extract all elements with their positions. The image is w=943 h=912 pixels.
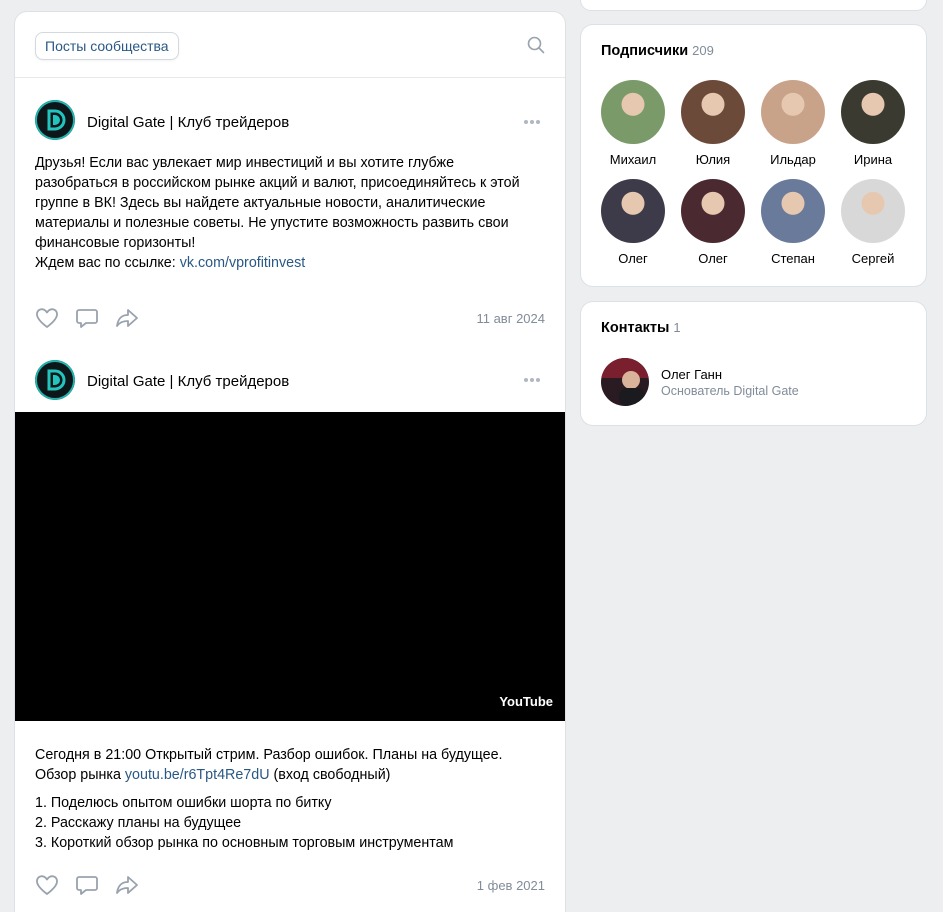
comment-icon[interactable] xyxy=(75,307,99,329)
tab-community-posts[interactable]: Посты сообщества xyxy=(35,32,179,60)
subscriber-item[interactable]: Олег xyxy=(593,179,673,266)
list-item: 2. Расскажу планы на будущее xyxy=(35,815,242,831)
subscriber-name[interactable]: Сергей xyxy=(833,251,913,266)
video-link[interactable]: youtu.be/r6Tpt4Re7dU xyxy=(125,767,270,783)
more-options-icon[interactable] xyxy=(523,377,541,383)
subscriber-avatar[interactable] xyxy=(601,179,665,243)
subscriber-name[interactable]: Ильдар xyxy=(753,152,833,167)
like-icon[interactable] xyxy=(35,874,59,896)
share-icon[interactable] xyxy=(115,874,139,896)
subscriber-name[interactable]: Ирина xyxy=(833,152,913,167)
contact-avatar[interactable] xyxy=(601,358,649,406)
subscriber-name[interactable]: Степан xyxy=(753,251,833,266)
post-text: Друзья! Если вас увлекает мир инвестиций… xyxy=(35,153,545,273)
contacts-count: 1 xyxy=(673,320,681,335)
post-text-line: Друзья! Если вас увлекает мир инвестиций… xyxy=(35,155,455,171)
list-item: 1. Поделюсь опытом ошибки шорта по битку xyxy=(35,795,332,811)
more-options-icon[interactable] xyxy=(523,119,541,125)
post-text-line: материалы и полезные советы. Не упустите… xyxy=(35,215,509,231)
top-partial-card xyxy=(581,0,926,10)
post-link[interactable]: vk.com/vprofitinvest xyxy=(180,255,306,271)
subscriber-avatar[interactable] xyxy=(841,179,905,243)
post-text-line: Ждем вас по ссылке: vk.com/vprofitinvest xyxy=(35,253,545,273)
contacts-title[interactable]: Контакты 1 xyxy=(601,320,681,336)
subscribers-title-text: Подписчики xyxy=(601,43,689,59)
subscriber-avatar[interactable] xyxy=(761,179,825,243)
subscribers-title[interactable]: Подписчики 209 xyxy=(601,43,714,59)
subscriber-item[interactable]: Олег xyxy=(673,179,753,266)
like-icon[interactable] xyxy=(35,307,59,329)
subscriber-item[interactable]: Сергей xyxy=(833,179,913,266)
post-author[interactable]: Digital Gate | Клуб трейдеров xyxy=(87,114,289,131)
post-actions xyxy=(35,307,155,329)
list-item: 3. Короткий обзор рынка по основным торг… xyxy=(35,835,454,851)
comment-icon[interactable] xyxy=(75,874,99,896)
subscriber-avatar[interactable] xyxy=(841,80,905,144)
subscriber-name[interactable]: Михаил xyxy=(593,152,673,167)
subscribers-count: 209 xyxy=(692,43,714,58)
contact-role: Основатель Digital Gate xyxy=(661,384,799,398)
post-author[interactable]: Digital Gate | Клуб трейдеров xyxy=(87,373,289,390)
subscriber-item[interactable]: Михаил xyxy=(593,80,673,167)
subscriber-item[interactable]: Степан xyxy=(753,179,833,266)
post-text-line: Обзор рынка youtu.be/r6Tpt4Re7dU (вход с… xyxy=(35,765,545,785)
digital-gate-logo-icon xyxy=(35,360,75,400)
post-2: Digital Gate | Клуб трейдеров YouTube Се… xyxy=(15,348,565,908)
subscriber-item[interactable]: Юлия xyxy=(673,80,753,167)
subscriber-avatar[interactable] xyxy=(761,80,825,144)
community-avatar[interactable] xyxy=(35,100,75,140)
text-suffix: (вход свободный) xyxy=(269,767,391,783)
subscribers-block: Подписчики 209 Михаил Юлия Ильдар Ирина Олег О… xyxy=(581,25,926,286)
subscriber-item[interactable]: Ирина xyxy=(833,80,913,167)
video-player[interactable]: YouTube xyxy=(15,412,565,721)
text-prefix: Обзор рынка xyxy=(35,767,125,783)
share-icon[interactable] xyxy=(115,307,139,329)
subscriber-name[interactable]: Олег xyxy=(593,251,673,266)
subscriber-avatar[interactable] xyxy=(681,80,745,144)
post-date[interactable]: 1 фев 2021 xyxy=(477,878,545,893)
subscriber-item[interactable]: Ильдар xyxy=(753,80,833,167)
post-text-line: группе в ВК! Здесь вы найдете актуальные… xyxy=(35,195,486,211)
contact-name[interactable]: Олег Ганн xyxy=(661,367,722,382)
community-posts-feed: Посты сообщества Digital Gate | Клуб тре… xyxy=(15,12,565,912)
subscriber-avatar[interactable] xyxy=(601,80,665,144)
post-1: Digital Gate | Клуб трейдеров Друзья! Ес… xyxy=(15,78,565,348)
subscriber-name[interactable]: Олег xyxy=(673,251,753,266)
post-text-line: разобраться в российском рынке акций и в… xyxy=(35,175,520,191)
link-prefix: Ждем вас по ссылке: xyxy=(35,255,180,271)
contacts-title-text: Контакты xyxy=(601,320,670,336)
digital-gate-logo-icon xyxy=(35,100,75,140)
subscriber-name[interactable]: Юлия xyxy=(673,152,753,167)
community-avatar[interactable] xyxy=(35,360,75,400)
feed-header: Посты сообщества xyxy=(15,12,565,78)
post-date[interactable]: 11 авг 2024 xyxy=(476,311,545,326)
post-text-line: Сегодня в 21:00 Открытый стрим. Разбор о… xyxy=(35,747,503,763)
post-actions xyxy=(35,874,155,896)
search-icon[interactable] xyxy=(527,36,545,54)
youtube-label: YouTube xyxy=(499,694,553,709)
post-text-line: финансовые горизонты! xyxy=(35,235,196,251)
post-text: Сегодня в 21:00 Открытый стрим. Разбор о… xyxy=(35,745,545,853)
contacts-block: Контакты 1 Олег Ганн Основатель Digital G… xyxy=(581,302,926,425)
subscriber-avatar[interactable] xyxy=(681,179,745,243)
